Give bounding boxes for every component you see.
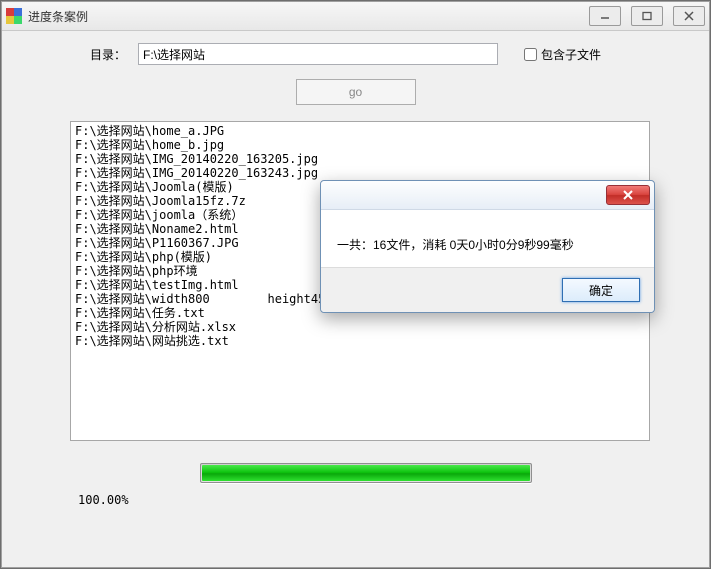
- application-window: 进度条案例 目录： 包含子文件 go F:\选择网站\home_a.JPG: [1, 1, 710, 568]
- app-icon: [6, 8, 22, 24]
- include-subfolders-checkbox[interactable]: 包含子文件: [520, 45, 601, 64]
- progress-bar: [200, 463, 532, 483]
- include-subfolders-label: 包含子文件: [541, 46, 601, 63]
- titlebar[interactable]: 进度条案例: [2, 2, 709, 31]
- minimize-button[interactable]: [589, 6, 621, 26]
- close-button[interactable]: [673, 6, 705, 26]
- message-dialog: 一共：16文件，消耗 0天0小时0分9秒99毫秒 确定: [320, 180, 655, 313]
- directory-input[interactable]: [138, 43, 498, 65]
- progress-fill: [202, 465, 530, 481]
- dialog-titlebar[interactable]: [321, 181, 654, 210]
- include-subfolders-box[interactable]: [524, 48, 537, 61]
- dialog-ok-button[interactable]: 确定: [562, 278, 640, 302]
- maximize-button[interactable]: [631, 6, 663, 26]
- directory-label: 目录：: [90, 46, 126, 63]
- progress-percent-label: 100.00%: [78, 493, 681, 507]
- dialog-message: 一共：16文件，消耗 0天0小时0分9秒99毫秒: [337, 238, 574, 252]
- go-button[interactable]: go: [296, 79, 416, 105]
- window-title: 进度条案例: [28, 8, 88, 25]
- dialog-close-button[interactable]: [606, 185, 650, 205]
